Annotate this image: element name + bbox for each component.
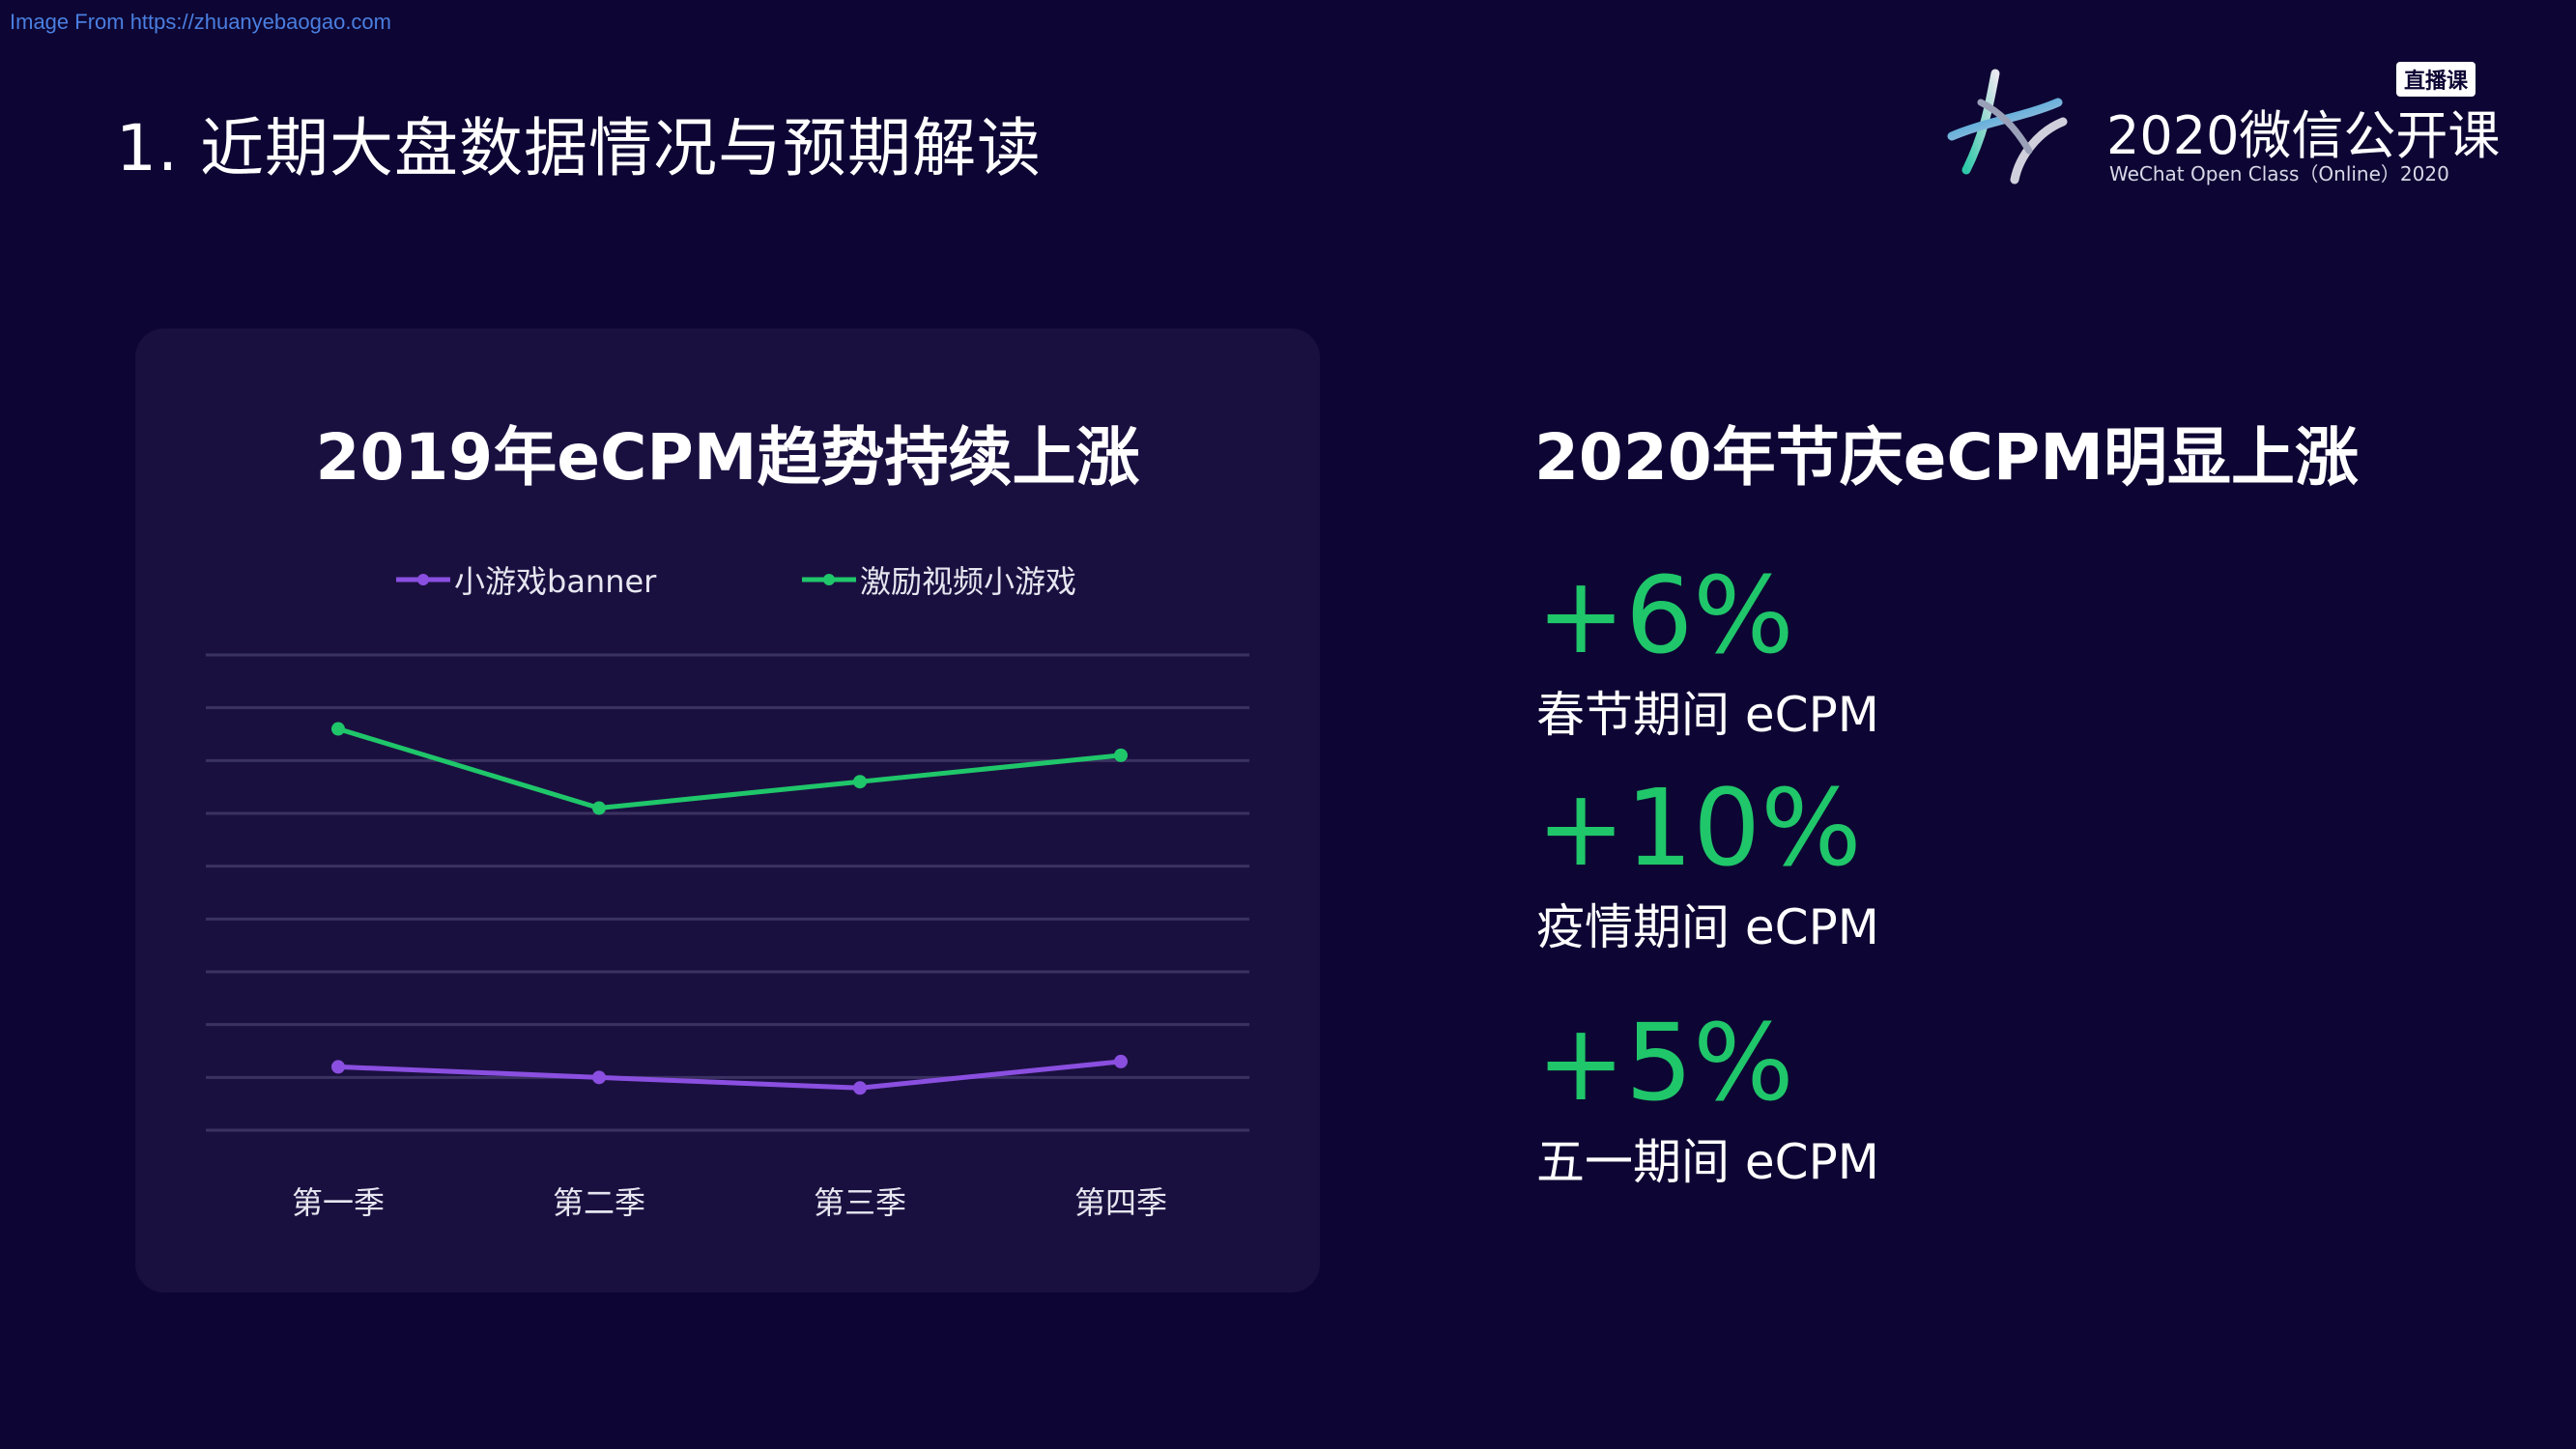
chart-legend: 小游戏banner 激励视频小游戏 <box>135 560 1320 600</box>
series-line-1 <box>337 726 1122 811</box>
chart-card: 第一季 第二季 第三季 第四季 2019年eCPM趋势持续上涨 小游戏banner 激… <box>135 328 1320 1293</box>
legend-label-banner: 小游戏banner <box>454 563 657 600</box>
data-point-1-1 <box>592 801 606 815</box>
x-tick-label: 第三季 <box>814 1184 906 1221</box>
wechat-open-class-logo: 直播课 2020微信公开课 WeChat Open Class（Online）2… <box>1947 58 2500 193</box>
chart-title: 2019年eCPM趋势持续上涨 <box>315 420 1140 495</box>
stat-label: 五一期间 eCPM <box>1536 1134 1879 1190</box>
x-tick-label: 第二季 <box>553 1184 645 1221</box>
legend-swatch-green <box>802 574 856 585</box>
stat-label: 春节期间 eCPM <box>1536 687 1879 743</box>
data-point-0-1 <box>592 1070 606 1085</box>
slide: Image From https://zhuanyebaogao.com 1. … <box>0 0 2576 1449</box>
data-point-1-2 <box>853 775 867 789</box>
data-point-0-0 <box>331 1060 345 1074</box>
stat-value: +6% <box>1536 554 1794 677</box>
live-course-badge: 直播课 <box>2396 62 2476 97</box>
series-line-0 <box>337 1059 1122 1091</box>
data-point-1-3 <box>1114 748 1128 762</box>
legend-label-reward-video: 激励视频小游戏 <box>860 563 1077 600</box>
logo-mark-icon <box>1947 69 2068 185</box>
data-point-0-3 <box>1114 1054 1128 1068</box>
data-point-0-2 <box>853 1081 867 1095</box>
stat-value: +5% <box>1536 1001 1794 1124</box>
page-title: 1. 近期大盘数据情况与预期解读 <box>116 111 1042 185</box>
logo-subtitle: WeChat Open Class（Online）2020 <box>2109 162 2449 185</box>
watermark-text: Image From https://zhuanyebaogao.com <box>10 10 391 34</box>
stat-spring-festival: +6% 春节期间 eCPM <box>1536 562 1879 746</box>
x-tick-label: 第四季 <box>1074 1184 1167 1221</box>
stat-epidemic: +10% 疫情期间 eCPM <box>1536 775 1879 958</box>
x-tick-label: 第一季 <box>292 1184 385 1221</box>
stat-value: +10% <box>1536 766 1862 890</box>
stat-label: 疫情期间 eCPM <box>1536 899 1879 955</box>
legend-item-reward-video: 激励视频小游戏 <box>802 560 1077 600</box>
stat-may-day: +5% 五一期间 eCPM <box>1536 1009 1879 1193</box>
legend-swatch-purple <box>396 574 450 585</box>
right-panel-title: 2020年节庆eCPM明显上涨 <box>1534 420 2359 495</box>
legend-item-banner: 小游戏banner <box>396 560 657 600</box>
data-point-1-0 <box>331 722 345 736</box>
